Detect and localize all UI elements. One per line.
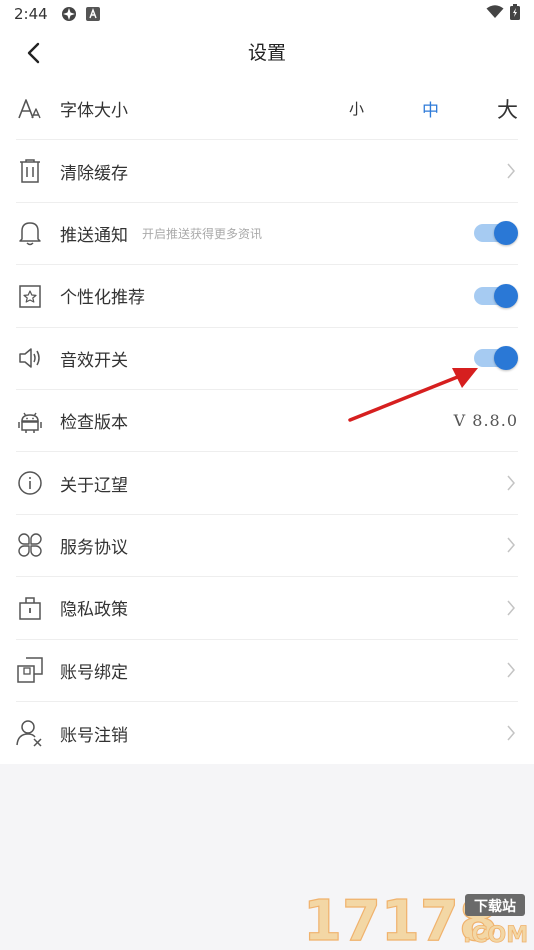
chevron-right-icon [506,661,518,679]
status-bar: 2:44 [0,0,534,28]
link-icon [16,656,44,684]
setting-account-cancellation[interactable]: 账号注销 [16,702,518,764]
setting-privacy-policy[interactable]: 隐私政策 [16,577,518,640]
font-size-medium-option[interactable]: 中 [422,96,439,121]
settings-list: 字体大小 小 中 大 清除缓存 推送通知 开启推送获得更多资讯 个性化推荐 音效… [0,78,534,765]
setting-sound-effects: 音效开关 [16,328,518,390]
chevron-right-icon [506,162,518,180]
info-icon [16,469,44,497]
font-size-options: 小 中 大 [349,94,518,124]
chevron-right-icon [506,724,518,742]
user-remove-icon [16,719,44,747]
svg-text:.COM: .COM [463,923,528,946]
app-notification-icon [60,5,78,23]
setting-font-size: 字体大小 小 中 大 [16,78,518,141]
setting-label: 账号注销 [60,725,128,746]
battery-icon [510,4,520,24]
a-notification-icon [85,7,100,21]
setting-account-binding[interactable]: 账号绑定 [16,640,518,702]
lock-icon [16,594,44,622]
setting-check-version[interactable]: 检查版本 V 8.8.0 [16,390,518,453]
personalized-recommendation-toggle[interactable] [474,283,518,308]
toggle-knob [494,346,518,371]
trash-icon [16,157,44,185]
setting-description: 开启推送获得更多资讯 [142,226,263,241]
font-size-large-option[interactable]: 大 [497,94,518,124]
setting-label: 字体大小 [60,101,128,122]
setting-label: 推送通知 [60,225,128,246]
top-app-bar: 设置 [0,28,534,78]
wifi-icon [486,5,504,23]
status-time: 2:44 [14,5,48,23]
setting-clear-cache[interactable]: 清除缓存 [16,140,518,203]
chevron-right-icon [506,599,518,617]
setting-label: 隐私政策 [60,600,128,621]
setting-push-notifications: 推送通知 开启推送获得更多资讯 [16,203,518,266]
setting-label: 清除缓存 [60,163,128,184]
version-value: V 8.8.0 [453,411,518,431]
watermark-logo: 17178 下载站 .COM [303,890,528,946]
setting-label: 音效开关 [60,350,128,371]
setting-personalized-recommendation: 个性化推荐 [16,265,518,328]
font-size-icon [16,95,44,123]
setting-label: 关于辽望 [60,475,128,496]
svg-text:下载站: 下载站 [474,898,516,915]
speaker-icon [16,344,44,372]
page-title: 设置 [247,42,286,64]
toggle-knob [494,283,518,308]
setting-label: 个性化推荐 [60,288,145,309]
toggle-knob [494,221,518,246]
setting-about[interactable]: 关于辽望 [16,452,518,515]
command-icon [16,531,44,559]
setting-label: 检查版本 [60,413,128,434]
setting-label: 账号绑定 [60,662,128,683]
setting-service-agreement[interactable]: 服务协议 [16,515,518,578]
back-button[interactable] [20,40,46,66]
android-icon [16,407,44,435]
chevron-right-icon [506,474,518,492]
sound-effects-toggle[interactable] [474,346,518,371]
setting-label: 服务协议 [60,537,128,558]
chevron-right-icon [506,536,518,554]
star-icon [16,282,44,310]
back-arrow-icon [27,42,40,64]
push-notifications-toggle[interactable] [474,221,518,246]
font-size-small-option[interactable]: 小 [349,98,364,119]
bell-icon [16,219,44,247]
